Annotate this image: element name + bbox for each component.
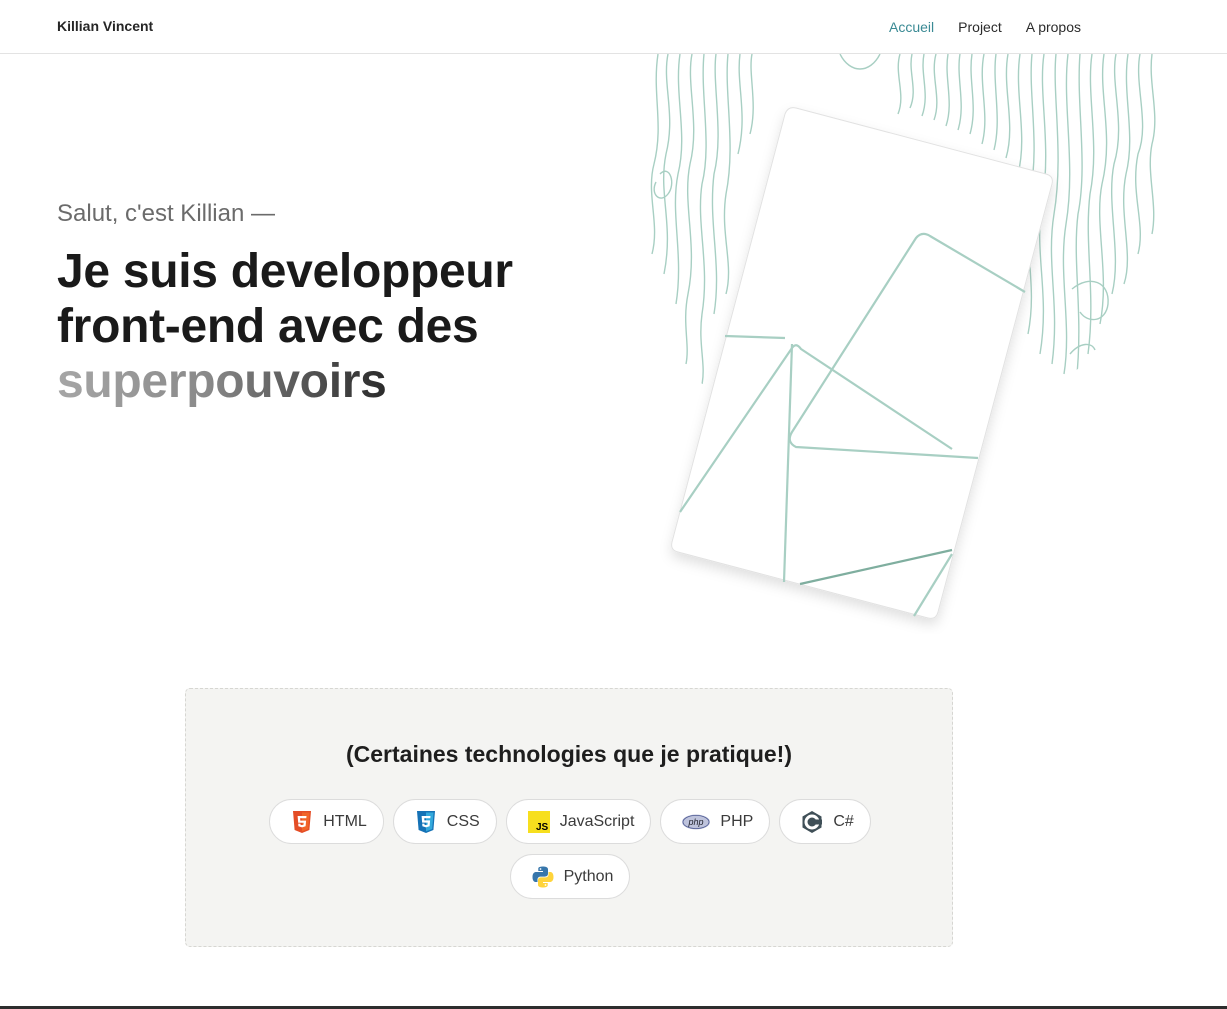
hero-title-line2: front-end avec des	[57, 300, 479, 353]
html5-icon	[290, 810, 314, 834]
css3-icon	[414, 810, 438, 834]
python-icon	[531, 865, 555, 889]
technologies-title: (Certaines technologies que je pratique!…	[345, 741, 793, 767]
nav-link-a-propos[interactable]: A propos	[1026, 19, 1081, 35]
tech-chip-python[interactable]: Python	[509, 854, 631, 899]
brand-name[interactable]: Killian Vincent	[57, 18, 153, 34]
site-header: Killian Vincent Accueil Project A propos	[0, 0, 1227, 54]
tech-label-html: HTML	[323, 812, 367, 830]
tech-label-python: Python	[563, 867, 614, 885]
hero-title: Je suis developpeur front-end avec des s…	[57, 244, 577, 409]
nav-link-accueil[interactable]: Accueil	[889, 19, 934, 35]
tilted-card	[671, 107, 1053, 619]
main-nav: Accueil Project A propos	[889, 19, 1081, 35]
nav-link-project[interactable]: Project	[958, 19, 1002, 35]
php-icon: php	[681, 810, 711, 834]
technologies-section: (Certaines technologies que je pratique!…	[185, 688, 953, 947]
tech-chip-php[interactable]: php PHP	[660, 799, 771, 844]
hero-greeting: Salut, c'est Killian —	[57, 200, 276, 227]
javascript-icon: JS	[527, 810, 551, 834]
svg-text:JS: JS	[536, 822, 549, 833]
tech-chip-css[interactable]: CSS	[392, 799, 497, 844]
tech-label-javascript: JavaScript	[559, 812, 635, 830]
csharp-icon	[800, 810, 824, 834]
tech-label-css: CSS	[446, 812, 480, 830]
tech-label-csharp: C#	[833, 812, 854, 830]
hero-title-line1: Je suis developpeur	[57, 245, 513, 298]
tech-chip-javascript[interactable]: JS JavaScript	[505, 799, 652, 844]
hero-illustration	[650, 54, 1156, 619]
hero-title-accent: superpouvoirs	[57, 355, 387, 408]
svg-text:php: php	[688, 817, 704, 827]
tech-label-php: PHP	[720, 812, 754, 830]
tech-chip-html[interactable]: HTML	[269, 799, 384, 844]
technology-chips: HTML CSS JS JavaScript php PHP C# Python	[266, 799, 874, 899]
tech-chip-csharp[interactable]: C#	[779, 799, 871, 844]
